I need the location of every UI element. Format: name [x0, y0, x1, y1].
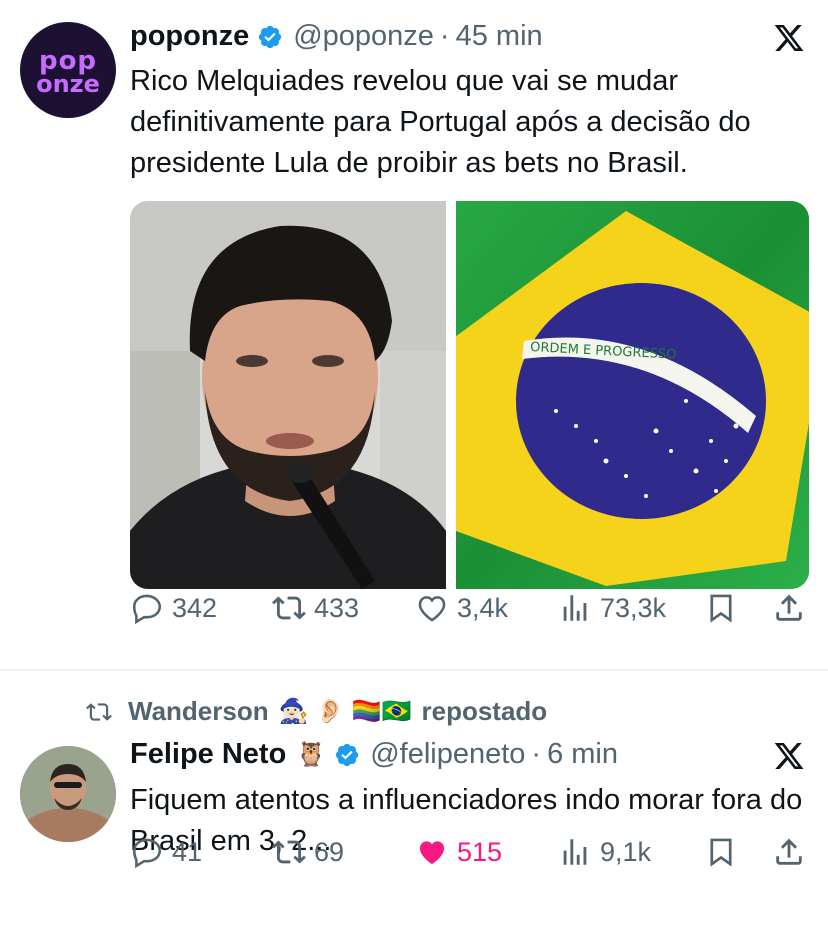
tweet-felipeneto[interactable]: Wanderson 🧙🏻‍♀️ 👂🏻 🏳️‍🌈🇧🇷 repostado Feli…: [0, 672, 828, 947]
reply-icon: [132, 838, 162, 869]
views-count: 73,3k: [600, 592, 667, 623]
like-button[interactable]: 3,4k: [415, 591, 508, 625]
bookmark-button[interactable]: [704, 835, 738, 869]
author-name[interactable]: Felipe Neto: [130, 738, 286, 771]
share-icon: [776, 594, 802, 621]
bookmark-icon: [710, 838, 732, 867]
tweet-header: poponze @poponze · 45 min: [130, 20, 543, 53]
share-icon: [776, 838, 802, 865]
separator-dot: ·: [531, 738, 542, 770]
verified-badge-icon: [336, 743, 359, 766]
repost-count: 69: [314, 836, 345, 867]
repost-icon: [86, 702, 112, 721]
author-name[interactable]: poponze: [130, 20, 249, 53]
photo-brazil-flag[interactable]: ORDEM E PROGRESSO: [456, 201, 809, 589]
views-icon: [563, 595, 587, 621]
tweet-time[interactable]: 6 min: [547, 738, 618, 771]
reply-count: 342: [172, 592, 218, 623]
reposter-emojis: 🧙🏻‍♀️ 👂🏻 🏳️‍🌈🇧🇷: [278, 698, 412, 725]
reply-button[interactable]: 342: [130, 591, 217, 625]
views-button[interactable]: 73,3k: [558, 591, 666, 625]
avatar[interactable]: [20, 746, 116, 842]
separator-dot: ·: [439, 20, 450, 52]
bookmark-icon: [710, 594, 732, 623]
repost-count: 433: [314, 592, 360, 623]
divider: [0, 669, 828, 671]
photo-man[interactable]: [130, 201, 446, 589]
author-handle[interactable]: @poponze: [293, 20, 434, 53]
like-icon: [419, 841, 445, 865]
brazil-flag-illustration: ORDEM E PROGRESSO: [456, 201, 809, 589]
tweet-poponze[interactable]: pop onze poponze @poponze · 45 min Rico …: [0, 0, 828, 670]
x-logo-icon: [774, 25, 804, 51]
avatar[interactable]: pop onze: [20, 22, 116, 118]
views-icon: [563, 839, 587, 865]
repost-button[interactable]: 69: [272, 835, 344, 869]
views-button[interactable]: 9,1k: [558, 835, 651, 869]
share-button[interactable]: [772, 835, 806, 869]
repost-icon: [272, 596, 306, 620]
like-button[interactable]: 515: [415, 835, 502, 869]
man-illustration: [130, 201, 446, 589]
reply-count: 41: [172, 836, 203, 867]
share-button[interactable]: [772, 591, 806, 625]
x-logo-icon: [774, 743, 804, 769]
author-handle[interactable]: @felipeneto: [370, 738, 525, 771]
reply-icon: [132, 594, 162, 625]
like-count: 515: [457, 836, 503, 867]
like-icon: [418, 596, 446, 622]
tweet-media[interactable]: ORDEM E PROGRESSO: [130, 201, 809, 589]
tweet-time[interactable]: 45 min: [456, 20, 543, 53]
avatar-photo: [20, 746, 116, 842]
repost-banner[interactable]: Wanderson 🧙🏻‍♀️ 👂🏻 🏳️‍🌈🇧🇷 repostado: [84, 696, 547, 727]
views-count: 9,1k: [600, 836, 652, 867]
reply-button[interactable]: 41: [130, 835, 202, 869]
repost-icon: [272, 840, 306, 864]
tweet-text: Rico Melquiades revelou que vai se mudar…: [130, 65, 751, 179]
like-count: 3,4k: [457, 592, 509, 623]
avatar-logo-bottom: onze: [36, 70, 100, 98]
reposter-name[interactable]: Wanderson: [128, 696, 269, 727]
repost-button[interactable]: 433: [272, 591, 359, 625]
owl-emoji: 🦉: [296, 741, 327, 768]
verified-badge-icon: [259, 25, 282, 48]
bookmark-button[interactable]: [704, 591, 738, 625]
tweet-header: Felipe Neto 🦉 @felipeneto · 6 min: [130, 738, 618, 771]
repost-label: repostado: [421, 696, 548, 726]
